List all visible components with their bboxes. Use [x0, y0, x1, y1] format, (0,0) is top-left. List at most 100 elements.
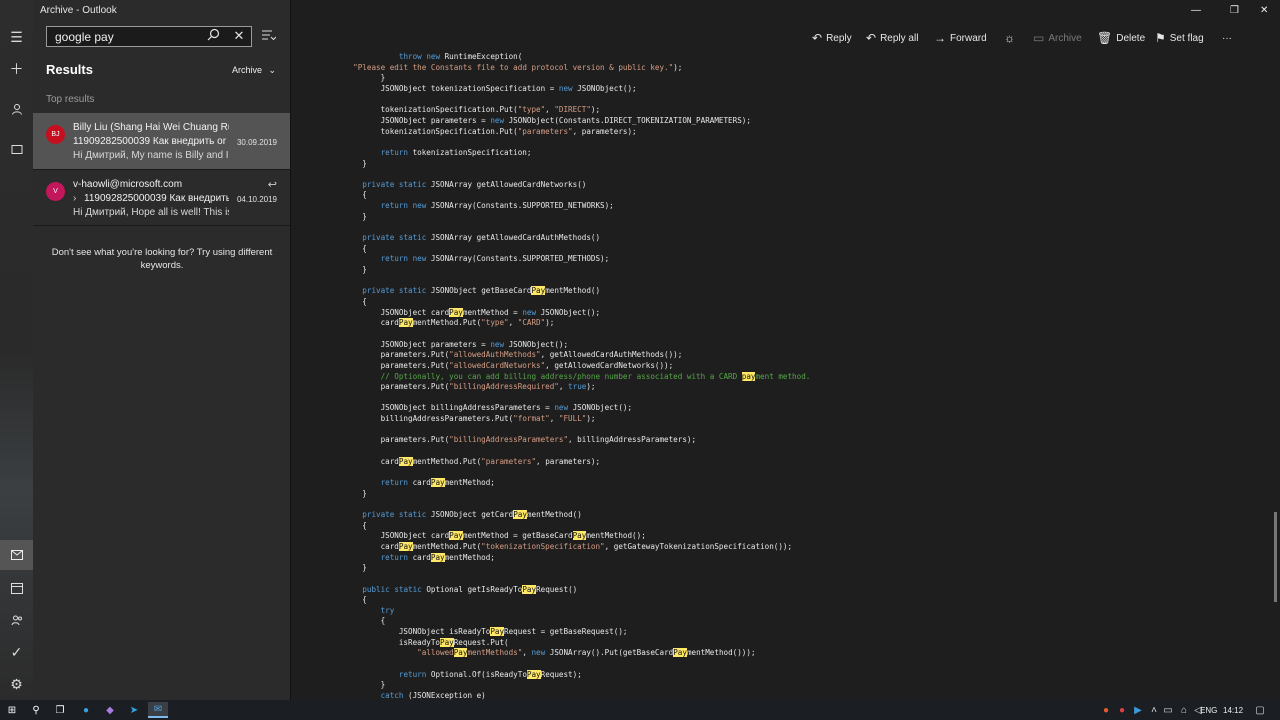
forward-button[interactable]: → Forward: [934, 29, 987, 47]
maximize-button[interactable]: ❐: [1230, 5, 1239, 16]
people-icon[interactable]: [0, 605, 33, 635]
archive-icon: ▭: [1033, 31, 1045, 45]
code-line: public static Optional getIsReadyToPayRe…: [362, 584, 578, 594]
email-subject: 11909282500039 Как внедрить or: [73, 136, 227, 147]
reply-button[interactable]: ↶ Reply: [812, 29, 852, 47]
forward-icon: →: [934, 31, 946, 45]
code-line: }: [344, 211, 367, 221]
task-view-icon[interactable]: ❐: [50, 702, 70, 718]
code-line: private static JSONArray getAllowedCardN…: [362, 179, 587, 189]
code-line: return cardPaymentMethod;: [380, 552, 495, 562]
code-line: cardPaymentMethod.Put("type", "CARD");: [344, 318, 555, 328]
code-line: JSONObject billingAddressParameters = ne…: [344, 403, 633, 413]
search-icon[interactable]: ⚲: [26, 702, 46, 718]
results-title: Results: [46, 62, 93, 77]
replied-icon: ↩: [267, 179, 277, 191]
code-line: private static JSONObject getBaseCardPay…: [362, 286, 601, 296]
code-line: parameters.Put("allowedAuthMethods", get…: [344, 350, 683, 360]
settings-icon[interactable]: ⚙: [0, 669, 33, 699]
code-line: }: [344, 680, 386, 690]
language-indicator[interactable]: ENG: [1200, 702, 1217, 718]
code-line: "Please edit the Constants file to add p…: [353, 62, 683, 72]
notifications-icon[interactable]: ▢: [1250, 702, 1270, 718]
code-line: JSONObject cardPaymentMethod = getBaseCa…: [344, 531, 646, 541]
code-line: tokenizationSpecification.Put("type", "D…: [344, 105, 601, 115]
window-title: Archive - Outlook: [40, 5, 117, 16]
code-line: cardPaymentMethod.Put("tokenizationSpeci…: [344, 541, 793, 551]
code-line: // Optionally, you can add billing addre…: [380, 371, 811, 381]
mail-icon[interactable]: [0, 540, 33, 570]
telegram-icon[interactable]: ➤: [124, 702, 144, 718]
todo-icon[interactable]: ✓: [0, 637, 33, 667]
divider: [33, 225, 290, 226]
code-line: private static JSONArray getAllowedCardA…: [362, 233, 601, 243]
sun-icon: ☼: [1004, 31, 1015, 45]
code-line: {: [344, 595, 367, 605]
archive-button[interactable]: ▭ Archive: [1033, 29, 1082, 47]
code-line: try: [380, 605, 395, 615]
edge-icon[interactable]: ●: [76, 702, 96, 718]
top-results-label: Top results: [46, 94, 95, 105]
folder-dropdown[interactable]: Archive ⌄: [232, 65, 276, 76]
code-line: {: [344, 243, 367, 253]
close-window-button[interactable]: ✕: [1260, 5, 1268, 16]
search-input[interactable]: [53, 29, 197, 45]
search-results-pane: Archive - Outlook ✕ Results Archive ⌄ To…: [33, 0, 291, 700]
reply-icon: ↶: [812, 31, 823, 45]
hamburger-menu-icon[interactable]: ☰: [0, 22, 33, 52]
code-line: {: [344, 616, 386, 626]
code-line: return new JSONArray(Constants.SUPPORTED…: [380, 254, 610, 264]
close-icon[interactable]: ✕: [231, 28, 247, 44]
code-line: JSONObject parameters = new JSONObject(C…: [344, 115, 751, 125]
email-date: 04.10.2019: [236, 195, 277, 204]
filter-icon[interactable]: [262, 28, 278, 44]
visual-studio-icon[interactable]: ◆: [100, 702, 120, 718]
delete-button[interactable]: 🗑 Delete: [1097, 29, 1145, 47]
code-line: return new JSONArray(Constants.SUPPORTED…: [380, 201, 614, 211]
navigation-rail: ☰ ＋ ✓ ⚙: [0, 0, 34, 700]
theme-toggle-button[interactable]: ☼: [1004, 29, 1019, 47]
email-item[interactable]: BJ Billy Liu (Shang Hai Wei Chuang Ruan …: [33, 113, 290, 169]
account-icon[interactable]: [0, 94, 33, 124]
calendar-icon[interactable]: [0, 573, 33, 603]
folders-icon[interactable]: [0, 134, 33, 164]
email-date: 30.09.2019: [236, 138, 277, 147]
email-preview: Hi Дмитрий, My name is Billy and I: [73, 150, 229, 161]
code-line: }: [344, 73, 386, 83]
clock[interactable]: 14:12: [1223, 702, 1243, 718]
taskbar: ⊞ ⚲ ❐ ● ◆ ➤ ✉ ● ● ▶ ˄ ▭ ⌂ ◁ ENG 14:12 ▢: [0, 700, 1280, 720]
code-line: throw new RuntimeException(: [398, 52, 523, 61]
code-line: parameters.Put("allowedCardNetworks", ge…: [344, 360, 674, 370]
code-line: tokenizationSpecification.Put("parameter…: [344, 126, 637, 136]
reply-all-button[interactable]: ↶ Reply all: [866, 29, 918, 47]
code-line: {: [344, 520, 367, 530]
more-actions-button[interactable]: ···: [1222, 29, 1232, 47]
code-line: "allowedPaymentMethods", new JSONArray()…: [417, 648, 756, 658]
email-item[interactable]: V v-haowli@microsoft.com ↩ › 11909282500…: [33, 170, 290, 226]
set-flag-button[interactable]: ⚑ Set flag: [1155, 29, 1204, 47]
email-sender: Billy Liu (Shang Hai Wei Chuang Ruan: [73, 122, 229, 133]
reply-all-icon: ↶: [866, 31, 877, 45]
chevron-right-icon[interactable]: ›: [73, 193, 76, 204]
scrollbar[interactable]: [1274, 512, 1277, 602]
search-icon[interactable]: [205, 28, 221, 44]
email-preview: Hi Дмитрий, Hope all is well! This is: [73, 207, 229, 218]
code-line: private static JSONObject getCardPayment…: [362, 509, 582, 519]
code-line: return cardPaymentMethod;: [380, 478, 495, 487]
avatar: V: [46, 182, 65, 201]
code-line: {: [344, 296, 367, 306]
code-line: return tokenizationSpecification;: [380, 147, 532, 157]
trash-icon: 🗑: [1097, 31, 1113, 45]
code-line: JSONObject parameters = new JSONObject()…: [344, 339, 569, 349]
code-line: {: [344, 190, 367, 200]
minimize-button[interactable]: —: [1191, 5, 1201, 16]
windows-start-icon[interactable]: ⊞: [2, 702, 22, 718]
email-sender: v-haowli@microsoft.com: [73, 179, 183, 190]
new-mail-icon[interactable]: ＋: [0, 54, 33, 84]
mail-app-icon[interactable]: ✉: [148, 702, 168, 718]
search-box[interactable]: ✕: [46, 26, 252, 47]
chevron-down-icon: ⌄: [268, 65, 277, 75]
code-line: parameters.Put("billingAddressParameters…: [344, 435, 697, 445]
code-line: parameters.Put("billingAddressRequired",…: [344, 382, 596, 392]
code-line: billingAddressParameters.Put("format", "…: [344, 414, 596, 424]
